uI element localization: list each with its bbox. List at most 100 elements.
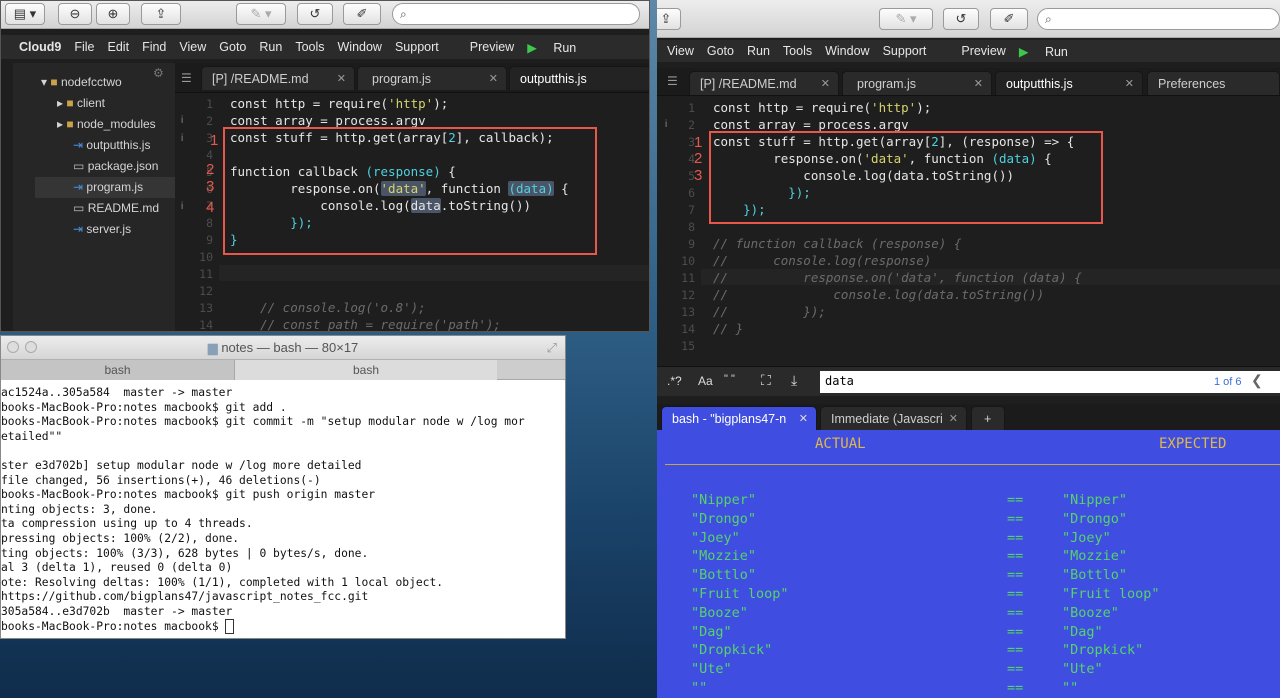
line-number: 4 bbox=[688, 152, 695, 166]
wrap-icon[interactable]: ⤓ bbox=[791, 372, 797, 389]
tab-program[interactable]: program.js ✕ bbox=[357, 66, 507, 90]
minimize-window-button[interactable] bbox=[25, 341, 37, 353]
menu-preview[interactable]: Preview bbox=[961, 44, 1005, 58]
find-input[interactable]: data bbox=[820, 371, 1280, 393]
fullscreen-icon[interactable]: ⤢ bbox=[547, 336, 557, 360]
close-icon[interactable]: ✕ bbox=[337, 72, 346, 85]
tab-outputthis[interactable]: outputthis.js bbox=[509, 66, 649, 90]
menu-cloud9[interactable]: Cloud9 bbox=[19, 40, 61, 54]
close-icon[interactable]: ✕ bbox=[821, 77, 830, 90]
js-file-icon: ⇥ bbox=[73, 180, 84, 194]
tree-item-node-modules[interactable]: ▸ ■ node_modules bbox=[57, 117, 156, 131]
line-number: 8 bbox=[206, 216, 213, 230]
menu-view[interactable]: View bbox=[667, 44, 694, 58]
search-input[interactable]: ⌕ bbox=[392, 3, 640, 25]
code-editor-right[interactable]: 1 2 3 4 5 6 7 8 9 10 11 12 13 14 15 i const http = req… bbox=[657, 96, 1280, 362]
code-editor-left[interactable]: 1 2 3 4 5 6 7 8 9 10 11 12 13 14 i i i const http = r… bbox=[175, 93, 649, 331]
tab-immediate[interactable]: Immediate (Javascri ✕ bbox=[820, 406, 967, 430]
equals-sign: == bbox=[1007, 492, 1024, 508]
tab-preferences[interactable]: Preferences bbox=[1147, 71, 1280, 95]
search-input[interactable]: ⌕ bbox=[1037, 8, 1280, 30]
terminal-output[interactable]: ac1524a..305a584 master -> master books-M… bbox=[1, 386, 565, 634]
tab-menu-icon[interactable]: ☰ bbox=[667, 74, 678, 88]
tree-item-package[interactable]: ▭ package.json bbox=[73, 159, 158, 173]
zoom-in-icon[interactable]: ⊕ bbox=[96, 3, 130, 25]
menu-tools[interactable]: Tools bbox=[295, 40, 324, 54]
code-line: // } bbox=[713, 321, 744, 336]
menu-preview[interactable]: Preview bbox=[470, 40, 514, 54]
whole-word-toggle[interactable]: " " bbox=[724, 373, 735, 385]
expected-value: "Joey" bbox=[1062, 529, 1111, 546]
menu-support[interactable]: Support bbox=[395, 40, 439, 54]
play-icon: ▶ bbox=[1018, 44, 1029, 59]
tab-outputthis[interactable]: outputthis.js ✕ bbox=[995, 71, 1143, 95]
expected-value: "Ute" bbox=[1062, 661, 1103, 678]
terminal-tab[interactable]: bash bbox=[1, 360, 235, 380]
menu-find[interactable]: Find bbox=[142, 40, 166, 54]
find-bar: .*? Aa " " ⛶ ⤓ data 1 of 6 ❮ bbox=[657, 366, 1280, 396]
tab-readme[interactable]: [P] /README.md ✕ bbox=[689, 71, 839, 95]
menu-window[interactable]: Window bbox=[338, 40, 382, 54]
menu-file[interactable]: File bbox=[74, 40, 94, 54]
line-number: 9 bbox=[688, 237, 695, 251]
prev-match-icon[interactable]: ❮ bbox=[1251, 372, 1263, 389]
menu-view[interactable]: View bbox=[179, 40, 206, 54]
edit-icon[interactable]: ✐ bbox=[990, 8, 1028, 30]
menu-support[interactable]: Support bbox=[883, 44, 927, 58]
actual-value: "Mozzie" bbox=[691, 548, 757, 565]
close-icon[interactable]: ✕ bbox=[974, 77, 983, 90]
actual-value: "Ute" bbox=[691, 661, 732, 678]
selection-icon[interactable]: ⛶ bbox=[761, 372, 771, 389]
tab-readme[interactable]: [P] /README.md ✕ bbox=[201, 66, 355, 90]
share-icon[interactable]: ⇪ bbox=[657, 8, 681, 30]
tab-menu-icon[interactable]: ☰ bbox=[181, 71, 192, 85]
line-number: 10 bbox=[681, 254, 695, 268]
tree-item-program[interactable]: ⇥ program.js bbox=[73, 180, 143, 194]
close-icon[interactable]: ✕ bbox=[949, 412, 958, 425]
bash-output[interactable]: ACTUAL EXPECTED "Nipper" == "Nipper" "Drong… bbox=[657, 430, 1280, 698]
close-icon[interactable]: ✕ bbox=[489, 72, 498, 85]
tab-program[interactable]: program.js ✕ bbox=[842, 71, 992, 95]
tab-bash[interactable]: bash - "bigplans47-n ✕ bbox=[661, 406, 817, 430]
case-toggle[interactable]: Aa bbox=[698, 374, 713, 388]
run-button[interactable]: ▶ Run bbox=[527, 40, 589, 55]
line-number: 2 bbox=[688, 118, 695, 132]
expected-value: "Dropkick" bbox=[1062, 642, 1144, 659]
share-icon[interactable]: ⇪ bbox=[141, 3, 181, 25]
rotate-icon[interactable]: ↺ bbox=[297, 3, 333, 25]
menu-run[interactable]: Run bbox=[747, 44, 770, 58]
terminal-line: books-MacBook-Pro:notes macbook$ git com… bbox=[1, 415, 525, 429]
menu-goto[interactable]: Goto bbox=[707, 44, 734, 58]
tree-item-outputthis[interactable]: ⇥ outputthis.js bbox=[73, 138, 150, 152]
terminal-line: ta compression using up to 4 threads. bbox=[1, 517, 253, 531]
menu-tools[interactable]: Tools bbox=[783, 44, 812, 58]
rotate-icon[interactable]: ↺ bbox=[943, 8, 979, 30]
menu-edit[interactable]: Edit bbox=[108, 40, 130, 54]
close-icon[interactable]: ✕ bbox=[799, 412, 808, 425]
gear-icon[interactable]: ⚙ bbox=[153, 66, 164, 80]
regex-toggle[interactable]: .*? bbox=[667, 374, 682, 388]
menu-goto[interactable]: Goto bbox=[219, 40, 246, 54]
close-icon[interactable]: ✕ bbox=[1125, 77, 1134, 90]
code-line: // response.on('data', function (data) { bbox=[713, 270, 1082, 285]
edit-icon[interactable]: ✐ bbox=[343, 3, 381, 25]
menu-window[interactable]: Window bbox=[825, 44, 869, 58]
terminal-tab[interactable]: bash bbox=[235, 360, 497, 380]
zoom-out-icon[interactable]: ⊖ bbox=[58, 3, 92, 25]
terminal-line: ac1524a..305a584 master -> master bbox=[1, 386, 233, 399]
tree-item-readme[interactable]: ▭ README.md bbox=[73, 201, 159, 215]
tree-root[interactable]: ▾ ■ nodefcctwo bbox=[41, 75, 122, 89]
tree-item-server[interactable]: ⇥ server.js bbox=[73, 222, 131, 236]
pen-icon[interactable]: ✎ ▾ bbox=[236, 3, 286, 25]
info-icon: i bbox=[181, 115, 184, 126]
code-line: const http = require('http'); bbox=[713, 100, 932, 115]
pen-icon[interactable]: ✎ ▾ bbox=[879, 8, 933, 30]
tree-item-client[interactable]: ▸ ■ client bbox=[57, 96, 105, 110]
line-number: 10 bbox=[199, 250, 213, 264]
run-button[interactable]: ▶ Run bbox=[1019, 44, 1081, 59]
view-toggle-button[interactable]: ▤ ▾ bbox=[5, 3, 45, 25]
terminal-line: 305a584..e3d702b master -> master bbox=[1, 604, 233, 618]
menu-run[interactable]: Run bbox=[259, 40, 282, 54]
close-window-button[interactable] bbox=[7, 341, 19, 353]
add-tab-button[interactable]: + bbox=[971, 406, 1005, 430]
